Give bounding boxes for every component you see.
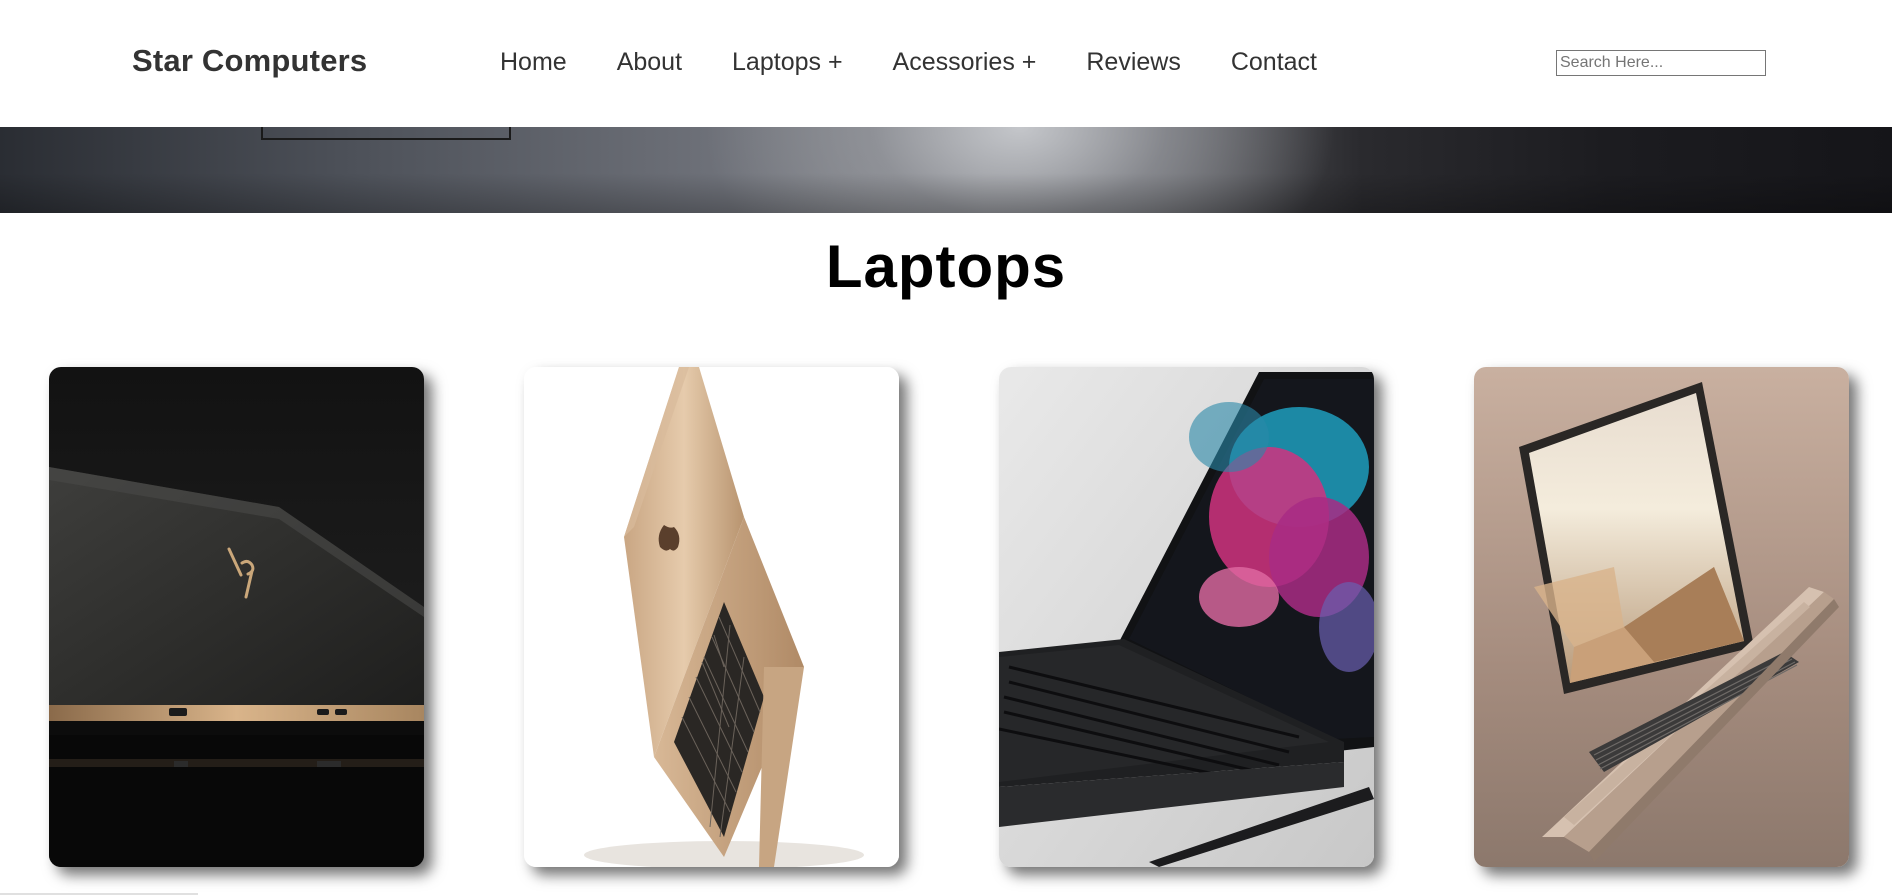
main-nav: Home About Laptops + Acessories + Review…	[500, 45, 1367, 79]
nav-item-about[interactable]: About	[617, 45, 682, 79]
laptop-card-surface[interactable]	[999, 367, 1374, 867]
gold-macbook-laptop-image	[524, 367, 899, 867]
nav-item-laptops[interactable]: Laptops +	[732, 45, 843, 79]
site-header: Star Computers Home About Laptops + Aces…	[0, 0, 1892, 127]
hp-spectre-laptop-image	[49, 367, 424, 867]
brand-logo-text[interactable]: Star Computers	[132, 43, 367, 79]
section-title: Laptops	[825, 233, 1067, 300]
laptop-card-hp[interactable]	[49, 367, 424, 867]
rose-gold-laptop-image	[1474, 367, 1849, 867]
laptop-card-macbook[interactable]	[524, 367, 899, 867]
search-input[interactable]	[1556, 50, 1766, 76]
laptop-card-rose-gold[interactable]	[1474, 367, 1849, 867]
nav-item-reviews[interactable]: Reviews	[1086, 45, 1180, 79]
nav-item-home[interactable]: Home	[500, 45, 567, 79]
surface-pro-laptop-image	[999, 367, 1374, 867]
nav-item-accessories[interactable]: Acessories +	[893, 45, 1037, 79]
nav-item-contact[interactable]: Contact	[1231, 45, 1317, 79]
